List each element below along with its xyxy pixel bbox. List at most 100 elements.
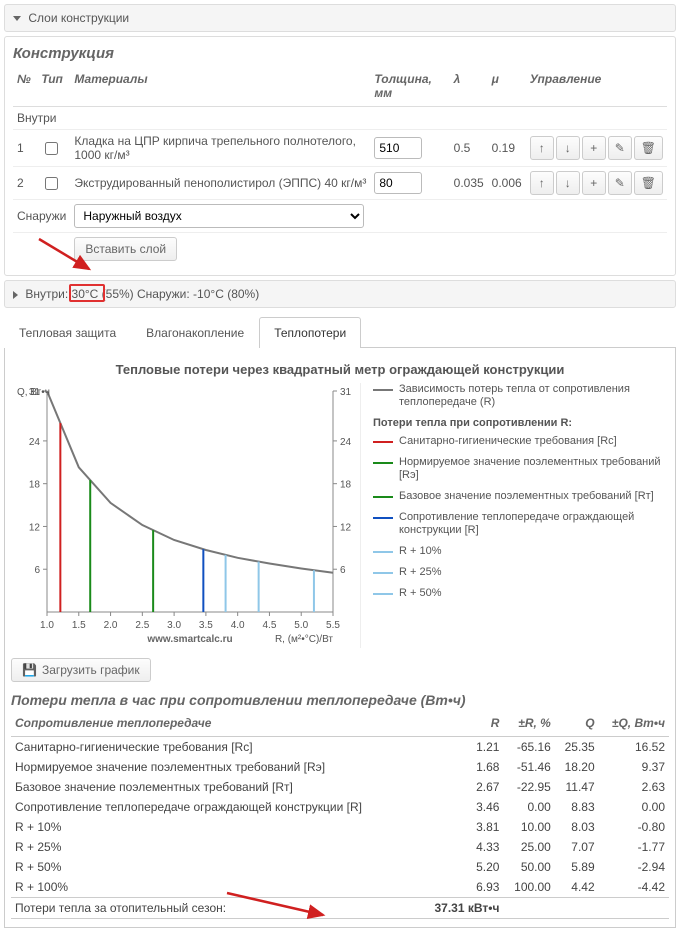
thickness-input[interactable] <box>374 172 422 194</box>
legend-text: Зависимость потерь тепла от сопротивлени… <box>399 383 665 409</box>
row-control-0[interactable]: ↑ <box>530 136 554 160</box>
row-control-2[interactable]: + <box>582 171 606 195</box>
losses-dQ: 16.52 <box>599 737 669 758</box>
highlight-inside-temp <box>69 284 105 302</box>
losses-table: Сопротивление теплопередаче R ±R, % Q ±Q… <box>11 712 669 919</box>
row-control-3[interactable]: ✎ <box>608 136 632 160</box>
losses-dQ: -4.42 <box>599 877 669 898</box>
losses-Q: 8.03 <box>555 817 599 837</box>
tab-heat-loss[interactable]: Теплопотери <box>259 317 361 348</box>
chart-plot: 6612121818242431311.01.52.02.53.03.54.04… <box>11 383 361 648</box>
tabs: Тепловая защита Влагонакопление Теплопот… <box>4 316 676 348</box>
layer-mu: 0.006 <box>488 167 526 200</box>
losses-dR: -22.95 <box>503 777 554 797</box>
losses-dQ: 2.63 <box>599 777 669 797</box>
losses-dQ: -0.80 <box>599 817 669 837</box>
legend-item: Нормируемое значение поэлементных требов… <box>373 456 665 482</box>
season-label: Потери тепла за отопительный сезон: <box>11 898 420 919</box>
svg-text:6: 6 <box>340 565 346 576</box>
svg-text:1.5: 1.5 <box>72 620 86 631</box>
svg-text:18: 18 <box>29 480 41 491</box>
row-control-2[interactable]: + <box>582 136 606 160</box>
losses-row: Сопротивление теплопередаче ограждающей … <box>11 797 669 817</box>
losses-col-dR: ±R, % <box>503 712 554 737</box>
losses-dR: 0.00 <box>503 797 554 817</box>
chevron-down-icon <box>13 16 21 21</box>
tab-thermal-protection[interactable]: Тепловая защита <box>4 317 131 348</box>
row-control-3[interactable]: ✎ <box>608 171 632 195</box>
legend-swatch <box>373 517 393 519</box>
losses-Q: 8.83 <box>555 797 599 817</box>
layer-lambda: 0.5 <box>450 130 488 167</box>
losses-row: Базовое значение поэлементных требований… <box>11 777 669 797</box>
col-type: Тип <box>37 68 70 107</box>
row-control-4[interactable]: 🗑 <box>634 136 663 160</box>
losses-col-R: R <box>420 712 504 737</box>
svg-text:2.0: 2.0 <box>104 620 118 631</box>
row-control-4[interactable]: 🗑 <box>634 171 663 195</box>
legend-swatch <box>373 441 393 443</box>
layer-row: 2 Экструдированный пенополистирол (ЭППС)… <box>13 167 667 200</box>
conditions-prefix: Внутри: <box>25 287 71 301</box>
row-control-1[interactable]: ↓ <box>556 171 580 195</box>
legend-item: R + 25% <box>373 566 665 579</box>
losses-R: 3.46 <box>420 797 504 817</box>
outside-label: Снаружи <box>13 200 70 233</box>
losses-name: Санитарно-гигиенические требования [Rc] <box>11 737 420 758</box>
legend-item: R + 10% <box>373 545 665 558</box>
svg-text:12: 12 <box>340 522 352 533</box>
losses-R: 1.68 <box>420 757 504 777</box>
panel-header-conditions[interactable]: Внутри: 30°C (55%) Снаружи: -10°C (80%) <box>4 280 676 308</box>
chevron-right-icon <box>13 291 18 299</box>
legend-swatch <box>373 572 393 574</box>
losses-R: 4.33 <box>420 837 504 857</box>
tab-moisture[interactable]: Влагонакопление <box>131 317 259 348</box>
losses-R: 3.81 <box>420 817 504 837</box>
svg-text:www.smartcalc.ru: www.smartcalc.ru <box>146 634 232 645</box>
layer-mu: 0.19 <box>488 130 526 167</box>
losses-dQ: 9.37 <box>599 757 669 777</box>
layer-type-checkbox[interactable] <box>45 177 58 190</box>
row-control-0[interactable]: ↑ <box>530 171 554 195</box>
layer-type-checkbox[interactable] <box>45 142 58 155</box>
losses-row: R + 10% 3.81 10.00 8.03 -0.80 <box>11 817 669 837</box>
svg-text:3.0: 3.0 <box>167 620 181 631</box>
losses-row: R + 25% 4.33 25.00 7.07 -1.77 <box>11 837 669 857</box>
season-value: 37.31 кВт•ч <box>420 898 504 919</box>
construction-heading: Конструкция <box>13 45 667 62</box>
download-icon: 💾 <box>22 663 37 677</box>
losses-col-dQ: ±Q, Вт•ч <box>599 712 669 737</box>
legend-swatch <box>373 551 393 553</box>
legend-swatch <box>373 462 393 464</box>
svg-text:24: 24 <box>340 437 352 448</box>
col-num: № <box>13 68 37 107</box>
outside-select[interactable]: Наружный воздух <box>74 204 364 228</box>
losses-R: 5.20 <box>420 857 504 877</box>
download-label: Загрузить график <box>42 663 140 677</box>
losses-col-name: Сопротивление теплопередаче <box>11 712 420 737</box>
thickness-input[interactable] <box>374 137 422 159</box>
losses-Q: 5.89 <box>555 857 599 877</box>
legend-item: Зависимость потерь тепла от сопротивлени… <box>373 383 665 409</box>
insert-layer-button[interactable]: Вставить слой <box>74 237 177 261</box>
losses-Q: 4.42 <box>555 877 599 898</box>
legend-text: Санитарно-гигиенические требования [Rc] <box>399 435 617 448</box>
legend-swatch <box>373 593 393 595</box>
losses-R: 1.21 <box>420 737 504 758</box>
legend-item: Санитарно-гигиенические требования [Rc] <box>373 435 665 448</box>
panel-header-layers[interactable]: Слои конструкции <box>4 4 676 32</box>
losses-dQ: -1.77 <box>599 837 669 857</box>
losses-dQ: 0.00 <box>599 797 669 817</box>
legend-header: Потери тепла при сопротивлении R: <box>373 417 665 429</box>
losses-dQ: -2.94 <box>599 857 669 877</box>
losses-name: R + 25% <box>11 837 420 857</box>
losses-Q: 25.35 <box>555 737 599 758</box>
losses-name: R + 100% <box>11 877 420 898</box>
losses-R: 2.67 <box>420 777 504 797</box>
download-chart-button[interactable]: 💾 Загрузить график <box>11 658 151 682</box>
losses-row: R + 50% 5.20 50.00 5.89 -2.94 <box>11 857 669 877</box>
panel-title: Слои конструкции <box>28 11 129 25</box>
losses-dR: -65.16 <box>503 737 554 758</box>
losses-Q: 7.07 <box>555 837 599 857</box>
row-control-1[interactable]: ↓ <box>556 136 580 160</box>
